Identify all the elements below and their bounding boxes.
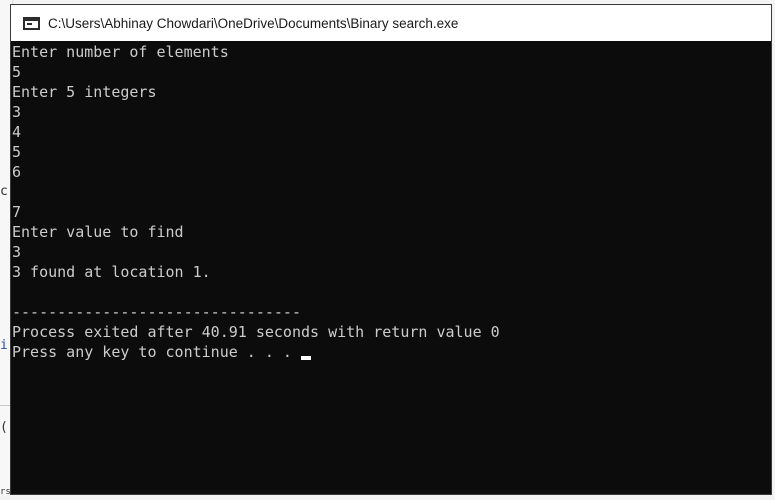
console-line: -------------------------------- (12, 303, 301, 321)
continue-prompt-text: Press any key to continue . . . (12, 343, 301, 361)
console-output[interactable]: Enter number of elements 5 Enter 5 integ… (12, 42, 771, 494)
console-line: 6 (12, 163, 22, 181)
console-line: Enter number of elements (12, 43, 229, 61)
continue-prompt: Press any key to continue . . . (12, 342, 771, 362)
console-line: 3 found at location 1. (12, 263, 211, 281)
console-line: Process exited after 40.91 seconds with … (12, 323, 500, 341)
console-app-icon (23, 16, 40, 30)
console-line: Enter 5 integers (12, 83, 157, 101)
console-line: 4 (12, 123, 22, 141)
console-line: Enter value to find (12, 223, 184, 241)
console-line: 3 (12, 243, 22, 261)
console-line: 3 (12, 103, 22, 121)
title-bar[interactable]: C:\Users\Abhinay Chowdari\OneDrive\Docum… (11, 5, 771, 41)
text-cursor (300, 356, 311, 360)
background-text-fragment: i (0, 338, 8, 353)
console-line: 5 (12, 143, 22, 161)
background-text-fragment: ( (0, 420, 8, 435)
console-line: 5 (12, 63, 22, 81)
console-line: 7 (12, 203, 22, 221)
window-title: C:\Users\Abhinay Chowdari\OneDrive\Docum… (48, 15, 459, 31)
background-text-fragment: c (0, 184, 8, 199)
console-window: C:\Users\Abhinay Chowdari\OneDrive\Docum… (10, 4, 772, 495)
